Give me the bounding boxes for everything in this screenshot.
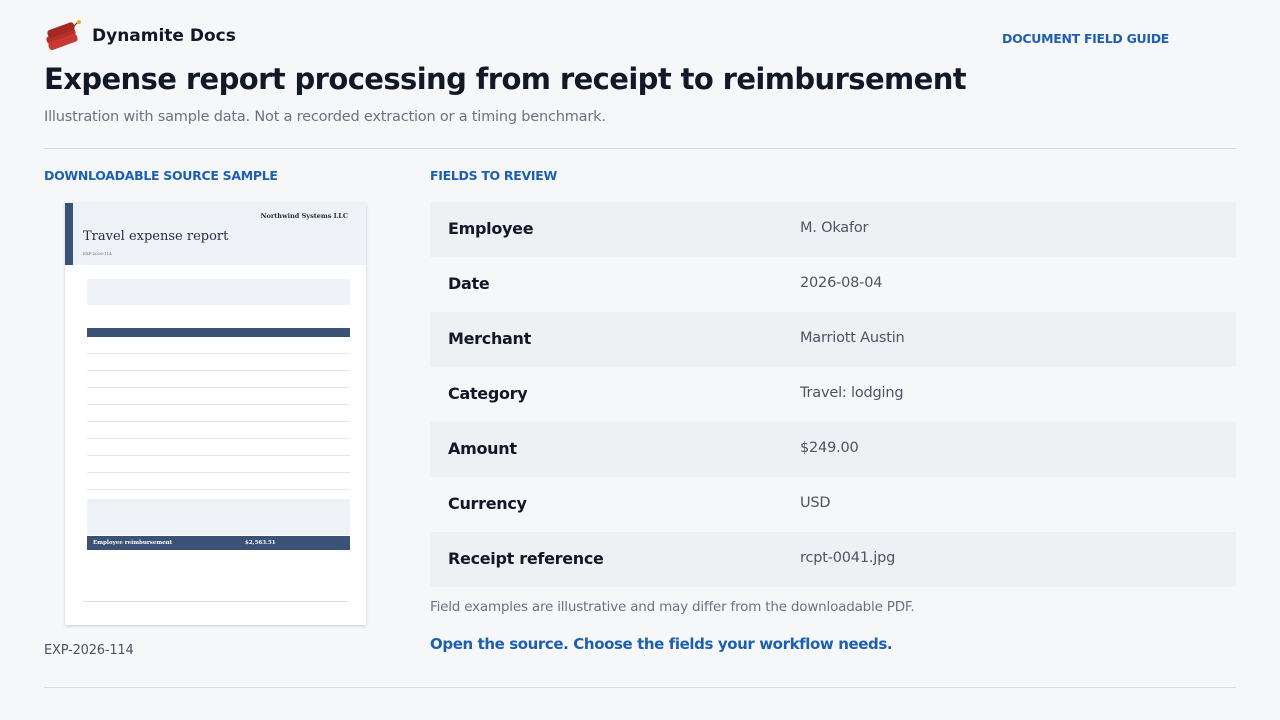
fields-table: Employee M. Okafor Date 2026-08-04 Merch… bbox=[430, 202, 1236, 587]
thumbnail-code: EXP-2026-114 bbox=[83, 251, 112, 256]
field-row-amount: Amount $249.00 bbox=[430, 422, 1236, 477]
thumbnail-table-header bbox=[87, 328, 350, 337]
thumbnail-totals bbox=[87, 499, 350, 535]
source-section-label: DOWNLOADABLE SOURCE SAMPLE bbox=[44, 168, 278, 183]
source-document-id: EXP-2026-114 bbox=[44, 643, 134, 658]
page-subtitle: Illustration with sample data. Not a rec… bbox=[44, 109, 606, 125]
field-row-category: Category Travel: lodging bbox=[430, 367, 1236, 422]
dynamite-icon bbox=[46, 20, 81, 51]
thumbnail-footer bbox=[83, 601, 348, 606]
thumbnail-line bbox=[87, 388, 350, 405]
page-title: Expense report processing from receipt t… bbox=[44, 62, 967, 96]
thumbnail-title: Travel expense report bbox=[83, 229, 229, 244]
field-value: M. Okafor bbox=[800, 220, 869, 236]
thumbnail-line bbox=[87, 354, 350, 371]
divider-top bbox=[44, 148, 1236, 149]
document-field-guide-link[interactable]: DOCUMENT FIELD GUIDE bbox=[1002, 31, 1169, 46]
thumbnail-reimbursement-bar: Employee reimbursement $2,563.51 bbox=[87, 536, 350, 550]
field-value: 2026-08-04 bbox=[800, 275, 883, 291]
open-source-cta[interactable]: Open the source. Choose the fields your … bbox=[430, 635, 893, 653]
thumbnail-line bbox=[87, 371, 350, 388]
field-label: Amount bbox=[448, 439, 517, 458]
thumbnail-reimbursement-label: Employee reimbursement bbox=[93, 540, 173, 546]
thumbnail-line bbox=[87, 439, 350, 456]
thumbnail-line bbox=[87, 422, 350, 439]
field-row-currency: Currency USD bbox=[430, 477, 1236, 532]
fields-section-label: FIELDS TO REVIEW bbox=[430, 168, 557, 183]
thumbnail-line bbox=[87, 473, 350, 490]
brand[interactable]: Dynamite Docs bbox=[44, 20, 236, 52]
field-label: Employee bbox=[448, 219, 534, 238]
field-label: Receipt reference bbox=[448, 549, 604, 568]
field-row-date: Date 2026-08-04 bbox=[430, 257, 1236, 312]
field-value: USD bbox=[800, 495, 831, 511]
thumbnail-company: Northwind Systems LLC bbox=[260, 212, 348, 220]
source-document-thumbnail[interactable]: Northwind Systems LLC Travel expense rep… bbox=[65, 203, 366, 625]
field-row-employee: Employee M. Okafor bbox=[430, 202, 1236, 257]
thumbnail-line bbox=[87, 337, 350, 354]
fields-note: Field examples are illustrative and may … bbox=[430, 599, 915, 615]
divider-bottom bbox=[44, 687, 1236, 688]
field-value: rcpt-0041.jpg bbox=[800, 550, 896, 566]
field-row-merchant: Merchant Marriott Austin bbox=[430, 312, 1236, 367]
field-value: Marriott Austin bbox=[800, 330, 905, 346]
thumbnail-meta-box bbox=[87, 279, 350, 305]
field-label: Currency bbox=[448, 494, 527, 513]
field-value: Travel: lodging bbox=[800, 385, 904, 401]
thumbnail-line bbox=[87, 456, 350, 473]
field-label: Date bbox=[448, 274, 490, 293]
field-row-receipt-reference: Receipt reference rcpt-0041.jpg bbox=[430, 532, 1236, 587]
thumbnail-reimbursement-value: $2,563.51 bbox=[245, 540, 276, 546]
field-label: Merchant bbox=[448, 329, 531, 348]
field-label: Category bbox=[448, 384, 528, 403]
thumbnail-line bbox=[87, 405, 350, 422]
field-value: $249.00 bbox=[800, 440, 859, 456]
brand-name: Dynamite Docs bbox=[92, 26, 236, 46]
